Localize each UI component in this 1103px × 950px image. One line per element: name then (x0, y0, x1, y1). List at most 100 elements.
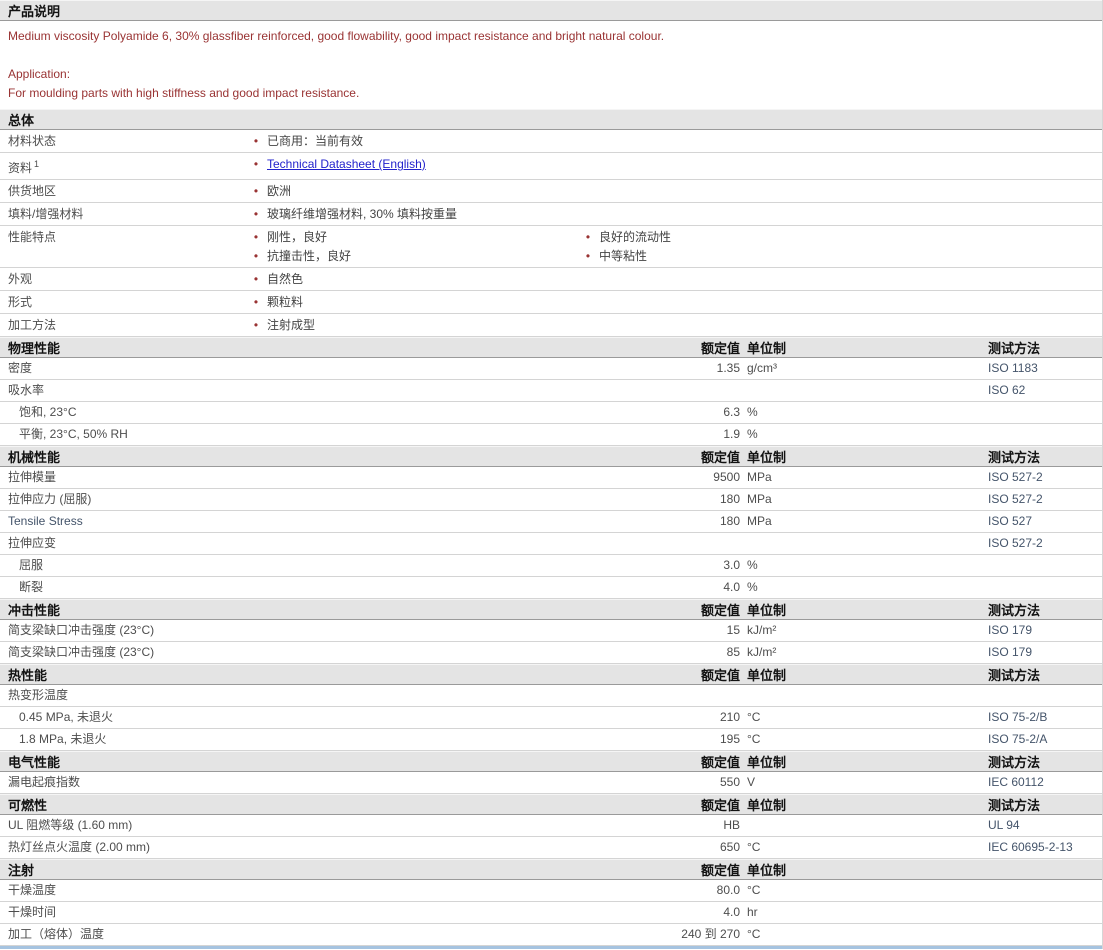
property-value: 15 (552, 620, 740, 641)
property-value: 180 (552, 489, 740, 510)
property-row: 漏电起痕指数550VIEC 60112 (0, 772, 1102, 794)
property-value (552, 533, 740, 554)
property-value: 180 (552, 511, 740, 532)
row-label: 外观 (0, 268, 250, 290)
property-unit (740, 685, 988, 706)
bullet-icon: • (250, 207, 262, 222)
property-unit: g/cm³ (740, 358, 988, 379)
bullet-item: •中等粘性 (582, 245, 1102, 267)
property-value: 4.0 (552, 902, 740, 923)
property-unit: % (740, 555, 988, 576)
property-test-method: ISO 1183 (988, 358, 1102, 379)
property-row: 拉伸模量9500MPaISO 527-2 (0, 467, 1102, 489)
row-label-text: 填料/增强材料 (8, 207, 83, 221)
property-value: 3.0 (552, 555, 740, 576)
property-label: 热灯丝点火温度 (2.00 mm) (0, 837, 552, 858)
property-test-method: ISO 75-2/A (988, 729, 1102, 750)
section-header: 机械性能额定值单位制测试方法 (0, 446, 1102, 467)
property-row: 简支梁缺口冲击强度 (23°C)15kJ/m²ISO 179 (0, 620, 1102, 642)
bullet-icon: • (250, 272, 262, 287)
row-label: 加工方法 (0, 314, 250, 336)
spacer (8, 46, 1094, 65)
bullet-item: •刚性，良好 (250, 226, 582, 245)
column-header-value: 额定值 (552, 795, 740, 814)
property-label: 热变形温度 (0, 685, 552, 706)
property-label: 吸水率 (0, 380, 552, 401)
bullet-column-1: •欧洲 (250, 180, 582, 202)
bullet-item: • Technical Datasheet (English) (250, 153, 582, 175)
property-label: 干燥时间 (0, 902, 552, 923)
property-value: 210 (552, 707, 740, 728)
product-description-block: Medium viscosity Polyamide 6, 30% glassf… (0, 21, 1102, 109)
bullet-icon: • (250, 157, 262, 172)
property-test-method: UL 94 (988, 815, 1102, 836)
bullet-icon: • (250, 134, 262, 149)
bullet-item: •抗撞击性，良好 (250, 245, 582, 267)
property-test-method: ISO 179 (988, 620, 1102, 641)
general-row: 性能特点•刚性，良好•抗撞击性，良好•良好的流动性•中等粘性 (0, 226, 1102, 268)
section-title: 热性能 (0, 665, 552, 684)
property-row: 密度1.35g/cm³ISO 1183 (0, 358, 1102, 380)
property-test-method: ISO 527-2 (988, 489, 1102, 510)
bullet-text: 良好的流动性 (599, 230, 671, 245)
row-label: 材料状态 (0, 130, 250, 152)
property-row: 屈服3.0% (0, 555, 1102, 577)
section-title: 注射 (0, 860, 552, 879)
bullet-text: 已商用：当前有效 (267, 134, 363, 149)
property-unit: % (740, 577, 988, 598)
property-unit: MPa (740, 511, 988, 532)
property-label: 屈服 (0, 555, 552, 576)
property-label: 漏电起痕指数 (0, 772, 552, 793)
section-header: 热性能额定值单位制测试方法 (0, 664, 1102, 685)
property-value: 1.35 (552, 358, 740, 379)
property-unit: kJ/m² (740, 620, 988, 641)
bullet-item: •欧洲 (250, 180, 582, 202)
section-title: 冲击性能 (0, 600, 552, 619)
bullet-text: 注射成型 (267, 318, 315, 333)
section-header-general: 总体 (0, 109, 1102, 130)
application-label: Application: (8, 65, 1094, 84)
bullet-text: 玻璃纤维增强材料, 30% 填料按重量 (267, 207, 457, 222)
section-title: 电气性能 (0, 752, 552, 771)
column-header-unit: 单位制 (740, 665, 988, 684)
bullet-item: •良好的流动性 (582, 226, 1102, 245)
property-row: Tensile Stress180MPaISO 527 (0, 511, 1102, 533)
property-label: 拉伸应力 (屈服) (0, 489, 552, 510)
property-row: 平衡, 23°C, 50% RH1.9% (0, 424, 1102, 446)
bullet-item: •注射成型 (250, 314, 582, 336)
datasheet-link[interactable]: Technical Datasheet (English) (267, 157, 426, 172)
general-row: 形式•颗粒料 (0, 291, 1102, 314)
column-header-value: 额定值 (552, 860, 740, 879)
property-row: 吸水率ISO 62 (0, 380, 1102, 402)
property-unit: % (740, 402, 988, 423)
property-test-method (988, 402, 1102, 423)
property-unit: °C (740, 707, 988, 728)
bullet-text: 欧洲 (267, 184, 291, 199)
general-row: 资料1•Technical Datasheet (English) (0, 153, 1102, 180)
section-header-product-description: 产品说明 (0, 0, 1102, 21)
property-unit: °C (740, 837, 988, 858)
column-header-unit: 单位制 (740, 338, 988, 357)
column-header-value: 额定值 (552, 600, 740, 619)
property-test-method (988, 577, 1102, 598)
property-row: 热灯丝点火温度 (2.00 mm)650°CIEC 60695-2-13 (0, 837, 1102, 859)
section-title: 可燃性 (0, 795, 552, 814)
application-text: For moulding parts with high stiffness a… (8, 84, 1094, 103)
property-label: UL 阻燃等级 (1.60 mm) (0, 815, 552, 836)
bullet-column-1: • 玻璃纤维增强材料, 30% 填料按重量 (250, 203, 582, 225)
bullet-icon: • (250, 249, 262, 264)
property-test-method (988, 924, 1102, 945)
property-unit (740, 380, 988, 401)
property-value: 240 到 270 (552, 924, 740, 945)
bullet-column-1: •注射成型 (250, 314, 582, 336)
general-table: 材料状态•已商用：当前有效资料1•Technical Datasheet (En… (0, 130, 1102, 337)
property-test-method (988, 880, 1102, 901)
property-value: 650 (552, 837, 740, 858)
property-value: 4.0 (552, 577, 740, 598)
general-row: 加工方法•注射成型 (0, 314, 1102, 337)
property-value: 85 (552, 642, 740, 663)
section-title: 物理性能 (0, 338, 552, 357)
row-label-text: 材料状态 (8, 134, 56, 148)
property-unit: V (740, 772, 988, 793)
bullet-column-1: •刚性，良好•抗撞击性，良好 (250, 226, 582, 267)
